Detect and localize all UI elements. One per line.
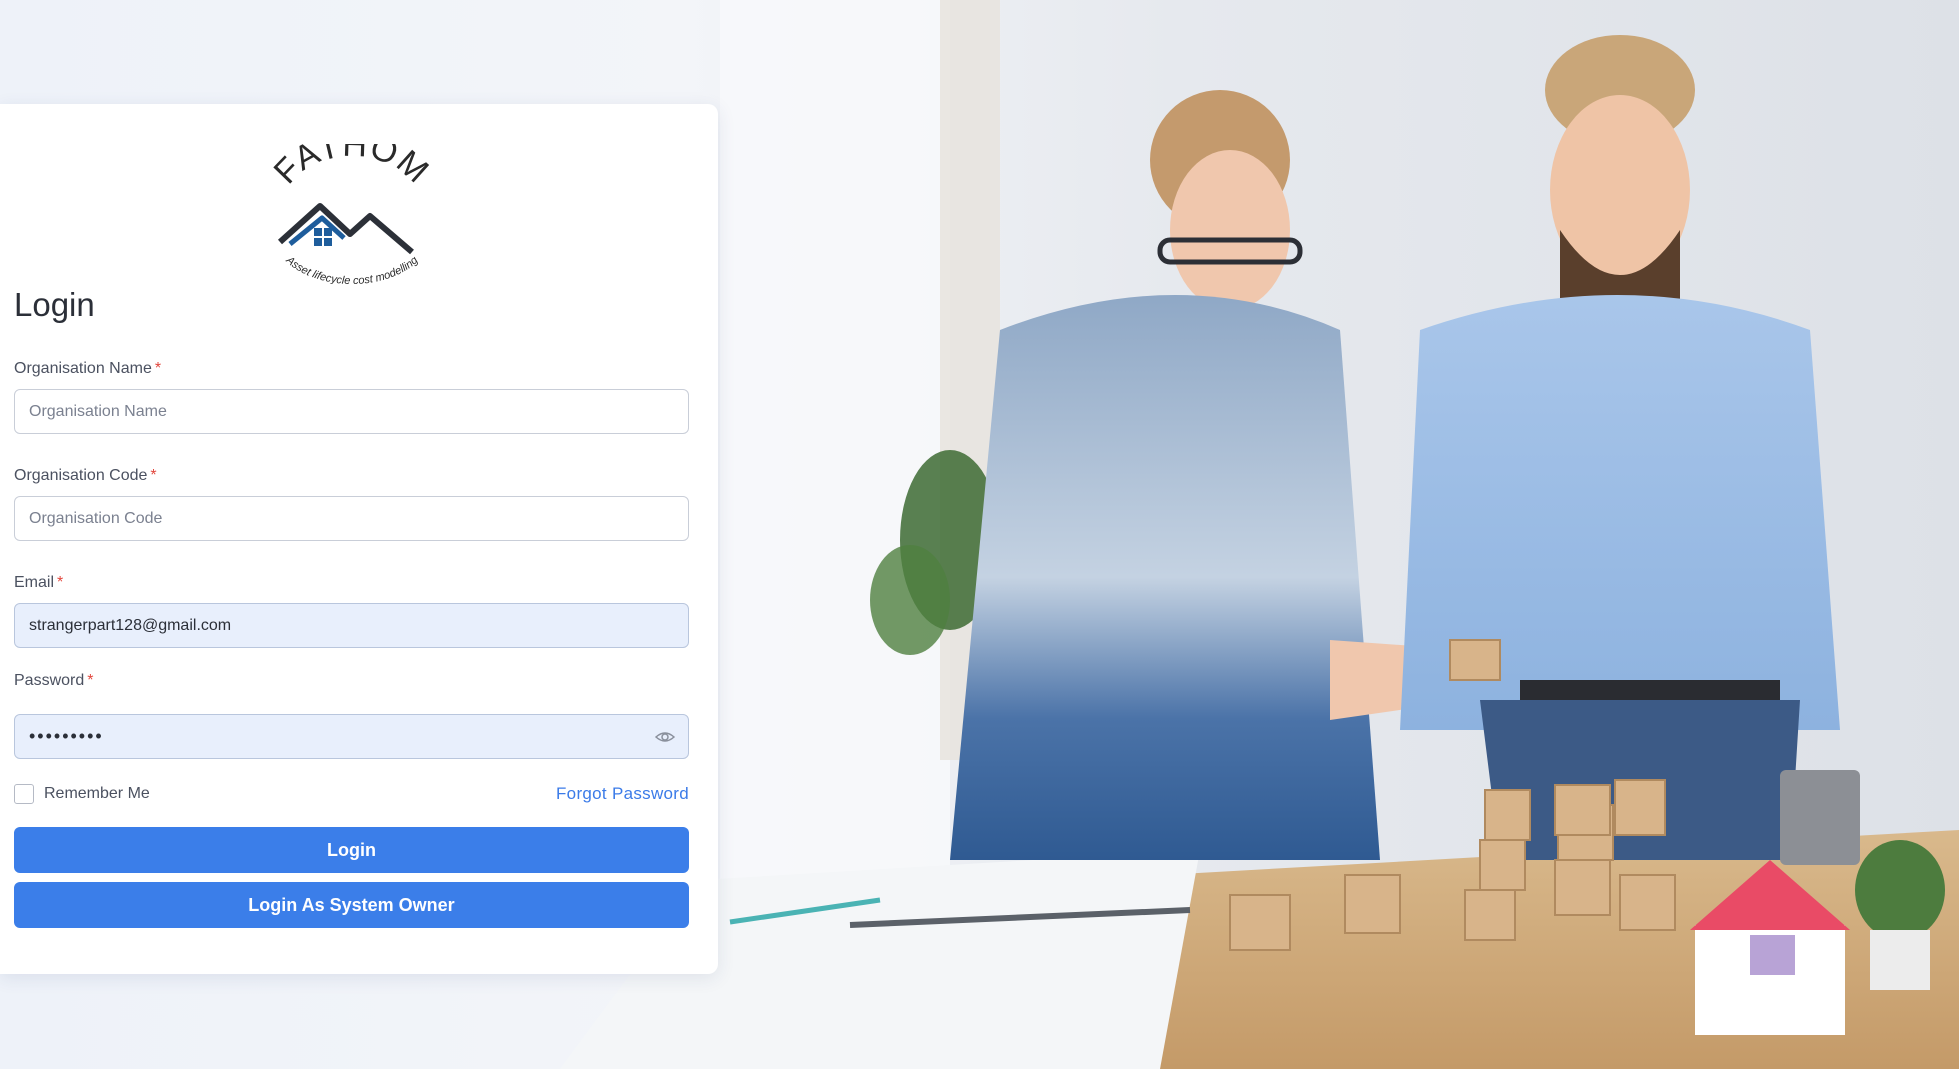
required-mark: * xyxy=(57,574,64,591)
org-name-label: Organisation Name * xyxy=(14,360,161,378)
forgot-password-link[interactable]: Forgot Password xyxy=(556,784,689,804)
fathom-logo: FATHOM Asset lifecycle cost modelling xyxy=(267,144,437,284)
svg-text:FATHOM: FATHOM xyxy=(267,144,437,191)
required-mark: * xyxy=(150,467,157,484)
eye-icon[interactable] xyxy=(655,727,675,747)
login-as-system-owner-button[interactable]: Login As System Owner xyxy=(14,882,689,928)
page-title: Login xyxy=(14,286,95,323)
email-label-text: Email xyxy=(14,574,55,591)
email-label: Email * xyxy=(14,574,63,592)
org-name-input[interactable] xyxy=(14,389,689,434)
org-code-label-text: Organisation Code xyxy=(14,467,148,484)
email-input[interactable] xyxy=(14,603,689,648)
remember-me-checkbox[interactable] xyxy=(14,784,34,804)
required-mark: * xyxy=(87,672,94,689)
password-input[interactable] xyxy=(14,714,689,759)
svg-text:Asset lifecycle cost modelling: Asset lifecycle cost modelling xyxy=(283,254,421,284)
login-card: FATHOM Asset lifecycle cost modelling Lo… xyxy=(0,104,718,974)
org-code-label: Organisation Code * xyxy=(14,467,157,485)
password-label: Password * xyxy=(14,672,93,690)
org-name-label-text: Organisation Name xyxy=(14,360,152,377)
login-page: FATHOM Asset lifecycle cost modelling Lo… xyxy=(0,0,1959,1069)
remember-me[interactable]: Remember Me xyxy=(14,784,150,804)
required-mark: * xyxy=(154,360,162,377)
password-label-text: Password xyxy=(14,672,85,689)
password-field xyxy=(14,714,689,759)
remember-me-label: Remember Me xyxy=(44,785,150,802)
login-button[interactable]: Login xyxy=(14,827,689,873)
org-code-input[interactable] xyxy=(14,496,689,541)
